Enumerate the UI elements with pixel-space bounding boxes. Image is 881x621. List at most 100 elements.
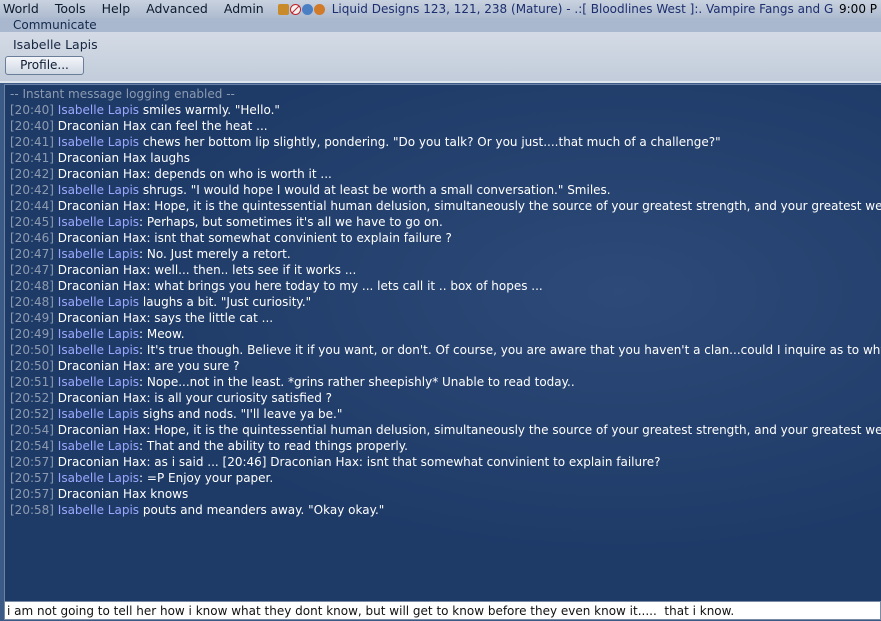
speaker-name[interactable]: Isabelle Lapis [58, 375, 139, 389]
speaker-name: Draconian Hax [57, 455, 147, 469]
message-text: : Perhaps, but sometimes it's all we hav… [139, 215, 443, 229]
chat-line: [20:42] Draconian Hax: depends on who is… [5, 166, 881, 182]
speaker-name: Draconian Hax [57, 199, 147, 213]
speaker-name[interactable]: Isabelle Lapis [58, 295, 139, 309]
chat-line: [20:54] Isabelle Lapis: That and the abi… [5, 438, 881, 454]
timestamp: [20:45] [10, 215, 54, 229]
speaker-name: Draconian Hax [57, 391, 147, 405]
message-text: smiles warmly. "Hello." [139, 103, 280, 117]
speaker-name[interactable]: Isabelle Lapis [58, 135, 139, 149]
no-script-icon[interactable] [301, 3, 313, 15]
timestamp: [20:51] [10, 375, 54, 389]
house-icon[interactable] [277, 3, 289, 15]
speaker-name[interactable]: Isabelle Lapis [58, 215, 139, 229]
message-text: : depends on who is worth it ... [146, 167, 332, 181]
window-title-bar[interactable]: Communicate [0, 18, 881, 32]
chat-line: [20:57] Isabelle Lapis: =P Enjoy your pa… [5, 470, 881, 486]
timestamp: [20:42] [10, 183, 54, 197]
chat-line: [20:52] Isabelle Lapis sighs and nods. "… [5, 406, 881, 422]
message-text: : No. Just merely a retort. [139, 247, 291, 261]
menu-tools[interactable]: Tools [51, 0, 98, 18]
timestamp: [20:50] [10, 359, 54, 373]
timestamp: [20:40] [10, 119, 54, 133]
chat-line: [20:42] Isabelle Lapis shrugs. "I would … [5, 182, 881, 198]
menu-world[interactable]: World [0, 0, 51, 18]
message-text: : is all your curiosity satisfied ? [146, 391, 333, 405]
timestamp: [20:58] [10, 503, 54, 517]
speaker-name: Draconian Hax [57, 119, 147, 133]
chat-line: [20:48] Isabelle Lapis laughs a bit. "Ju… [5, 294, 881, 310]
parcel-info[interactable]: Liquid Designs 123, 121, 238 (Mature) - … [332, 2, 881, 16]
menu-admin[interactable]: Admin [220, 0, 276, 18]
timestamp: [20:54] [10, 439, 54, 453]
message-text: : Hope, it is the quintessential human d… [146, 423, 881, 437]
speaker-name: Draconian Hax [57, 151, 147, 165]
menu-help[interactable]: Help [98, 0, 143, 18]
chat-line: [20:40] Draconian Hax can feel the heat … [5, 118, 881, 134]
clock: 9:00 P [833, 0, 881, 18]
timestamp: [20:41] [10, 151, 54, 165]
speaker-name[interactable]: Isabelle Lapis [58, 503, 139, 517]
speaker-name: Draconian Hax [57, 167, 147, 181]
chat-line: [20:57] Draconian Hax knows [5, 486, 881, 502]
message-text: : Nope...not in the least. *grins rather… [139, 375, 575, 389]
menu-advanced[interactable]: Advanced [142, 0, 220, 18]
message-text: : says the little cat ... [146, 311, 274, 325]
message-text: sighs and nods. "I'll leave ya be." [139, 407, 343, 421]
chat-line: [20:54] Draconian Hax: Hope, it is the q… [5, 422, 881, 438]
message-text: : Meow. [139, 327, 185, 341]
message-text: : well... then.. lets see if it works ..… [146, 263, 357, 277]
chat-line: [20:47] Isabelle Lapis: No. Just merely … [5, 246, 881, 262]
timestamp: [20:57] [10, 471, 54, 485]
speaker-name[interactable]: Isabelle Lapis [58, 343, 139, 357]
chat-line: [20:57] Draconian Hax: as i said ... [20… [5, 454, 881, 470]
message-text: : That and the ability to read things pr… [139, 439, 408, 453]
profile-button[interactable]: Profile... [5, 56, 84, 75]
chat-line: [20:52] Draconian Hax: is all your curio… [5, 390, 881, 406]
timestamp: [20:41] [10, 135, 54, 149]
no-fly-icon[interactable] [289, 3, 301, 15]
timestamp: [20:44] [10, 199, 54, 213]
message-text: : It's true though. Believe it if you wa… [139, 343, 881, 357]
message-text: : isnt that somewhat convinient to expla… [146, 231, 452, 245]
speaker-name[interactable]: Isabelle Lapis [58, 247, 139, 261]
timestamp: [20:42] [10, 167, 54, 181]
message-text: pouts and meanders away. "Okay okay." [139, 503, 385, 517]
chat-line: [20:58] Isabelle Lapis pouts and meander… [5, 502, 881, 518]
parcel-status-icons [277, 3, 326, 15]
chat-line: [20:47] Draconian Hax: well... then.. le… [5, 262, 881, 278]
chat-line: [20:45] Isabelle Lapis: Perhaps, but som… [5, 214, 881, 230]
timestamp: [20:47] [10, 263, 54, 277]
message-text: can feel the heat ... [146, 119, 268, 133]
message-text: : are you sure ? [146, 359, 240, 373]
chat-input[interactable] [4, 601, 881, 620]
timestamp: [20:52] [10, 407, 54, 421]
timestamp: [20:52] [10, 391, 54, 405]
chat-history[interactable]: -- Instant message logging enabled -- [2… [4, 84, 881, 602]
message-text: : what brings you here today to my ... l… [146, 279, 543, 293]
message-text: chews her bottom lip slightly, pondering… [139, 135, 721, 149]
speaker-name[interactable]: Isabelle Lapis [58, 439, 139, 453]
message-text: laughs a bit. "Just curiosity." [139, 295, 312, 309]
chat-line: [20:41] Isabelle Lapis chews her bottom … [5, 134, 881, 150]
message-text: : as i said ... [20:46] Draconian Hax: i… [146, 455, 661, 469]
speaker-name[interactable]: Isabelle Lapis [58, 103, 139, 117]
chat-line: [20:48] Draconian Hax: what brings you h… [5, 278, 881, 294]
damage-icon[interactable] [313, 3, 325, 15]
message-text: : =P Enjoy your paper. [139, 471, 274, 485]
resident-name: Isabelle Lapis [13, 37, 98, 52]
chat-line: [20:44] Draconian Hax: Hope, it is the q… [5, 198, 881, 214]
speaker-name[interactable]: Isabelle Lapis [58, 327, 139, 341]
timestamp: [20:47] [10, 247, 54, 261]
speaker-name[interactable]: Isabelle Lapis [58, 471, 139, 485]
speaker-name: Draconian Hax [57, 311, 147, 325]
timestamp: [20:57] [10, 487, 54, 501]
speaker-name[interactable]: Isabelle Lapis [58, 407, 139, 421]
timestamp: [20:49] [10, 311, 54, 325]
speaker-name: Draconian Hax [57, 423, 147, 437]
timestamp: [20:48] [10, 295, 54, 309]
chat-line: [20:46] Draconian Hax: isnt that somewha… [5, 230, 881, 246]
chat-line: [20:50] Draconian Hax: are you sure ? [5, 358, 881, 374]
logging-notice: -- Instant message logging enabled -- [10, 87, 235, 101]
speaker-name[interactable]: Isabelle Lapis [58, 183, 139, 197]
